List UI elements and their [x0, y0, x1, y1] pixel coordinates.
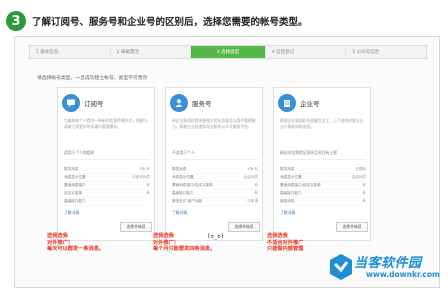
feature-name: 消息显示位置	[172, 175, 194, 179]
watermark-url: www.downkr.com	[366, 270, 440, 279]
annotation-service: 选我选我 对外推广！ 每个月只能群发四条消息。	[153, 233, 215, 253]
card-description: 给企业和组织提供更强大的业务服务与用户管理能力，帮助企业快速实现全新的公众号服务…	[172, 118, 256, 129]
card-suitability: 粉丝关注需验证身份且关注有上限	[280, 150, 366, 160]
card-service-account: 服务号 给企业和组织提供更强大的业务服务与用户管理能力，帮助企业快速实现全新的公…	[165, 87, 263, 241]
feature-name: 基础消息接口	[64, 183, 86, 187]
feature-list: 群发消息 无限制 消息显示位置 会话列表 基础消息接口/自定义菜单有 高级接口能力有…	[280, 166, 366, 206]
feature-row: 保密消息 有	[280, 198, 366, 206]
step-account-info: 5 公众号信息	[352, 50, 380, 55]
learn-more-link[interactable]: 了解详情	[280, 210, 295, 216]
feature-row: 高级接口能力 有	[280, 190, 366, 198]
card-description: 为媒体和个人提供一种新的信息传播方式，构建与读者之间更好的沟通与管理模式。	[64, 118, 148, 129]
step-email-activation: 2 邮箱激活	[111, 46, 192, 58]
card-title: 服务号	[192, 100, 212, 108]
feature-row: 群发消息 4条/月	[172, 166, 258, 174]
select-continue-button[interactable]: 选择并继续	[336, 222, 368, 232]
step-choose-type: 3 选择类型	[191, 46, 266, 58]
card-description: 帮助企业和组织内部建立员工、上下游供应链与企业IT系统间的连接。	[280, 118, 364, 129]
feature-name: 高级接口能力	[172, 191, 194, 195]
card-header: 企业号	[278, 94, 320, 112]
feature-name: 保密消息	[280, 199, 295, 203]
feature-value: 有	[146, 191, 150, 195]
feature-value: 会话列表	[243, 175, 258, 179]
feature-name: 高级接口能力	[64, 199, 86, 203]
feature-value: 有	[146, 183, 150, 187]
learn-more-link[interactable]: 了解详情	[64, 210, 79, 216]
annotation-line: 每个月只能群发四条消息。	[153, 246, 216, 253]
feature-value: 有	[362, 191, 366, 195]
feature-value: 订阅号列表	[132, 175, 150, 179]
select-continue-button[interactable]: 选择并继续	[228, 222, 260, 232]
card-suitability: 不适用于个人	[172, 150, 258, 160]
feature-name: 群发消息	[64, 167, 79, 171]
annotation-subscription: 选我选我 对外推广！ 每天可以群发一条消息。	[47, 233, 104, 253]
feature-list: 群发消息 1条/天 消息显示位置 订阅号列表 基础消息接口有 自定义菜单有 高级接口…	[64, 166, 150, 206]
site-watermark: 当客软件园 www.downkr.com	[326, 242, 446, 292]
feature-row: 消息显示位置 会话列表	[172, 174, 258, 182]
annotation-line: 选我选我	[153, 233, 174, 239]
feature-name: 基础消息接口/自定义菜单	[280, 183, 321, 187]
feature-row: 基础消息接口/自定义菜单 有	[280, 182, 366, 190]
card-enterprise-account: 企业号 帮助企业和组织内部建立员工、上下游供应链与企业IT系统间的连接。 粉丝关…	[273, 87, 371, 241]
watermark-name: 当客软件园	[354, 256, 422, 271]
feature-value: 有	[362, 183, 366, 187]
select-continue-button[interactable]: 选择并继续	[120, 222, 152, 232]
doodle-face: (ಠ_ಠ)	[207, 233, 225, 240]
feature-row: 微信支付-商户功能 可申请	[172, 198, 258, 206]
step-basic-info: 1 基本信息	[30, 46, 111, 58]
person-icon	[170, 94, 188, 112]
card-header: 服务号	[170, 94, 212, 112]
card-title: 企业号	[300, 100, 320, 108]
feature-row: 消息显示位置 会话列表	[280, 174, 366, 182]
feature-row: 高级接口能力 有	[172, 190, 258, 198]
watermark-logo-icon	[330, 254, 352, 280]
feature-name: 消息显示位置	[64, 175, 86, 179]
feature-row: 群发消息 1条/天	[64, 166, 150, 174]
card-header: 订阅号	[62, 94, 104, 112]
feature-list: 群发消息 4条/月 消息显示位置 会话列表 基础消息接口/自定义菜单有 高级接口能力…	[172, 166, 258, 206]
step-number-badge: 3	[6, 11, 26, 31]
feature-value: 无限制	[355, 167, 366, 171]
feature-value: 有	[254, 183, 258, 187]
card-suitability: 适用于个人和组织	[64, 150, 150, 160]
feature-value: 有	[362, 199, 366, 203]
annotation-line: 只能做内部管理	[267, 246, 304, 253]
feature-name: 自定义菜单	[64, 191, 82, 195]
feature-name: 基础消息接口/自定义菜单	[172, 183, 213, 187]
card-subscription-account: 订阅号 为媒体和个人提供一种新的信息传播方式，构建与读者之间更好的沟通与管理模式…	[57, 87, 155, 241]
feature-row: 消息显示位置 订阅号列表	[64, 174, 150, 182]
feature-row: 基础消息接口 有	[64, 182, 150, 190]
feature-row: 高级接口能力	[64, 198, 150, 206]
step-info-registration: 4 信息登记	[266, 46, 347, 58]
page-title: 了解订阅号、服务号和企业号的区别后，选择您需要的帐号类型。	[32, 17, 308, 28]
step-title-row: 3 了解订阅号、服务号和企业号的区别后，选择您需要的帐号类型。	[6, 10, 308, 32]
annotation-enterprise: 选我选我 不适合对外推广 只能做内部管理	[267, 233, 303, 253]
feature-name: 微信支付-商户功能	[172, 199, 203, 203]
feature-value: 1条/天	[139, 167, 150, 171]
instruction-text: 请选择帐号类型，一旦成功建立帐号，类型不可更改	[37, 76, 148, 81]
feature-row: 基础消息接口/自定义菜单 有	[172, 182, 258, 190]
feature-name: 群发消息	[172, 167, 187, 171]
feature-name: 高级接口能力	[280, 191, 302, 195]
feature-name: 群发消息	[280, 167, 295, 171]
card-title: 订阅号	[84, 100, 104, 108]
feature-value: 会话列表	[351, 175, 366, 179]
feature-row: 自定义菜单 有	[64, 190, 150, 198]
feature-value: 可申请	[247, 199, 258, 203]
progress-steps: 1 基本信息 2 邮箱激活 3 选择类型 4 信息登记 5 公众号信息	[29, 45, 427, 59]
feature-value: 4条/月	[247, 167, 258, 171]
learn-more-link[interactable]: 了解详情	[172, 210, 187, 216]
feature-row: 群发消息 无限制	[280, 166, 366, 174]
feature-name: 消息显示位置	[280, 175, 302, 179]
building-icon	[278, 94, 296, 112]
annotation-line: 每天可以群发一条消息。	[47, 246, 105, 253]
annotation-line: 选我选我	[267, 233, 288, 239]
feature-value: 有	[254, 191, 258, 195]
speech-bubble-icon	[62, 94, 80, 112]
annotation-line: 选我选我	[47, 233, 68, 239]
